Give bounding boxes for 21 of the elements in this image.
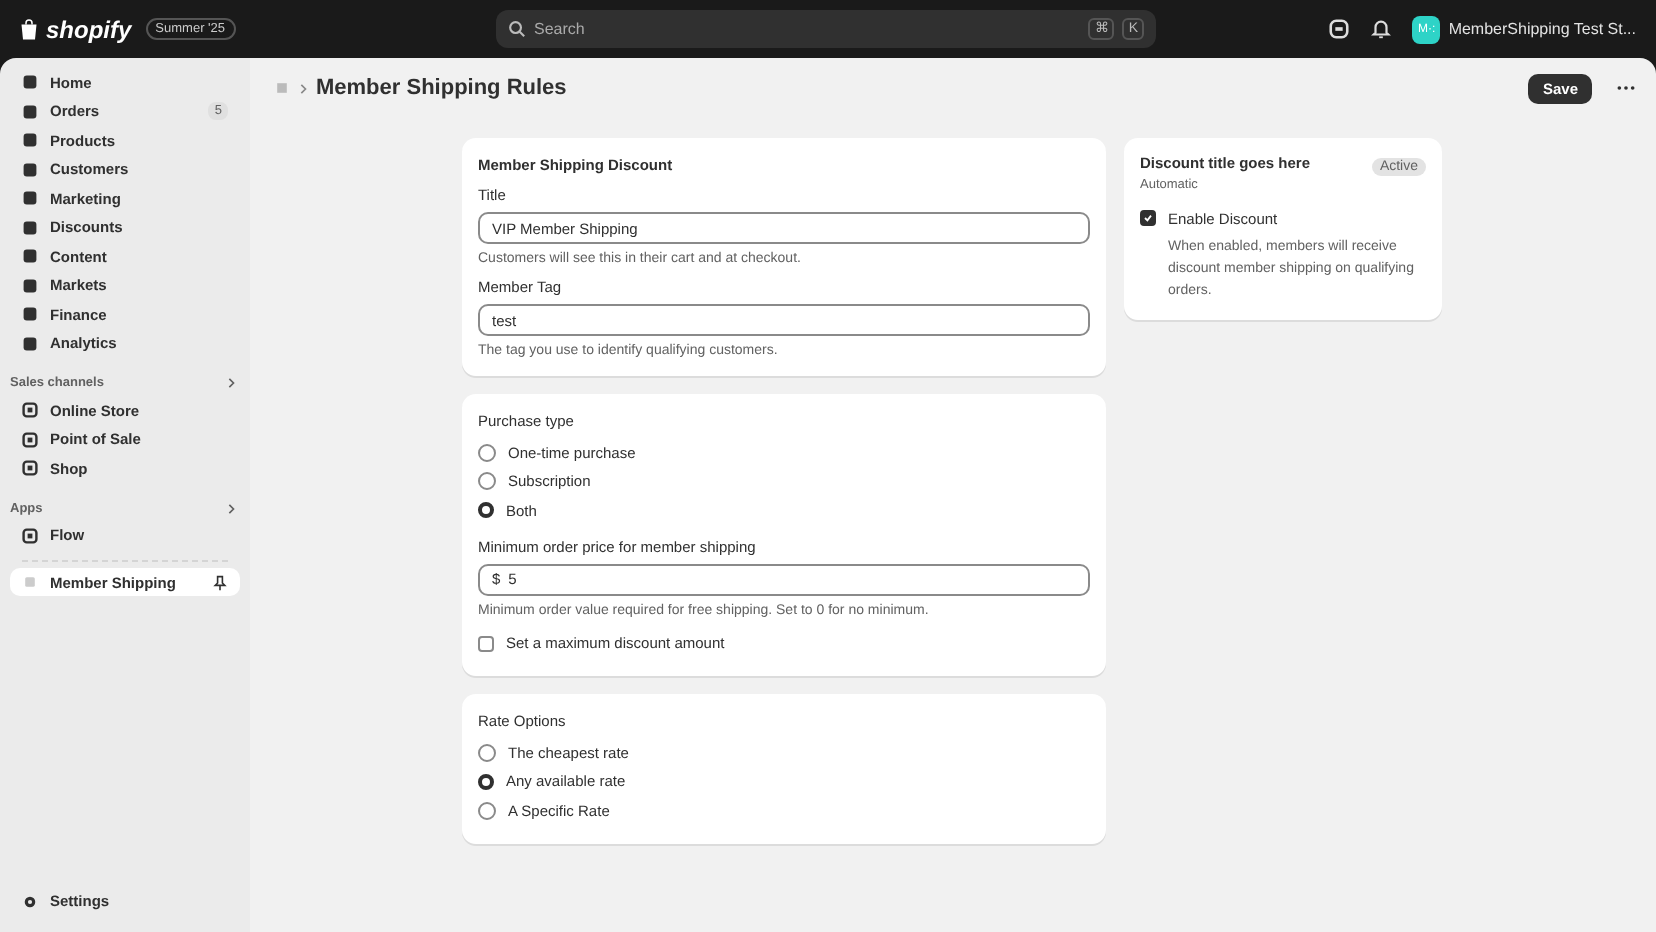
chevron-right-icon xyxy=(298,81,308,95)
radio-button[interactable] xyxy=(478,743,496,762)
checkbox[interactable] xyxy=(1140,210,1156,227)
shopping-bag-icon xyxy=(20,18,38,40)
more-icon[interactable] xyxy=(1616,84,1636,92)
page-title: Member Shipping Rules xyxy=(316,76,567,100)
pin-icon[interactable] xyxy=(212,573,228,591)
store-icon[interactable] xyxy=(1328,18,1351,40)
chevron-right-icon xyxy=(226,376,236,390)
radio-button[interactable] xyxy=(478,443,496,462)
radio-button[interactable] xyxy=(478,773,494,790)
search-field[interactable]: Search xyxy=(534,20,1081,38)
radio-button[interactable] xyxy=(478,502,494,519)
radio-button[interactable] xyxy=(478,801,496,820)
radio-button[interactable] xyxy=(478,472,496,491)
store-name[interactable]: MemberShipping Test St... xyxy=(1448,20,1636,38)
search-icon xyxy=(508,20,526,38)
chevron-right-icon xyxy=(226,501,236,515)
bell-icon[interactable] xyxy=(1370,18,1393,40)
checkbox[interactable] xyxy=(478,635,494,652)
brand-logo[interactable]: shopify xyxy=(46,15,132,43)
